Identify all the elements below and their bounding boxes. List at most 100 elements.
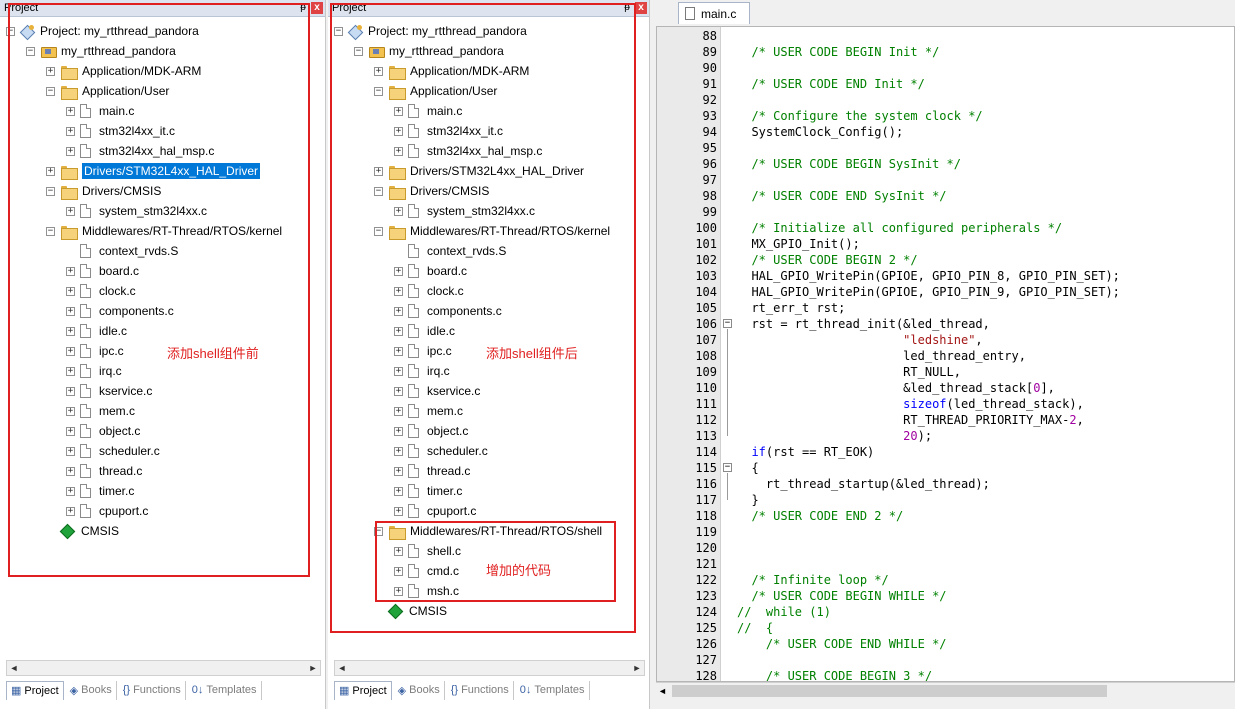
- line-number: 95: [702, 141, 717, 155]
- line-number: 109: [695, 365, 717, 379]
- code-line: 122 /* Infinite loop */: [657, 572, 1234, 588]
- code-line: 116 rt_thread_startup(&led_thread);: [657, 476, 1234, 492]
- line-number: 117: [695, 493, 717, 507]
- code-line: 114 if(rst == RT_EOK): [657, 444, 1234, 460]
- code-text: // {: [737, 620, 773, 636]
- books-icon: ◈: [397, 684, 407, 697]
- scroll-left-icon[interactable]: ◄: [658, 683, 667, 699]
- code-text: // while (1): [737, 604, 831, 620]
- code-line: 102 /* USER CODE BEGIN 2 */: [657, 252, 1234, 268]
- tab-project[interactable]: ▦ Project: [6, 680, 64, 700]
- code-text: RT_NULL,: [737, 364, 961, 380]
- file-icon: [685, 7, 695, 20]
- code-line: 103 HAL_GPIO_WritePin(GPIOE, GPIO_PIN_8,…: [657, 268, 1234, 284]
- close-icon[interactable]: x: [311, 2, 323, 14]
- code-text: /* Initialize all configured peripherals…: [737, 220, 1062, 236]
- tab-label: Project: [352, 684, 387, 697]
- line-number: 123: [695, 589, 717, 603]
- horizontal-scrollbar[interactable]: ◄ ►: [6, 660, 321, 676]
- code-line: 121: [657, 556, 1234, 572]
- code-token: /* USER CODE END Init */: [737, 77, 925, 91]
- tab-label: Project: [24, 684, 59, 697]
- editor-tab-main-c[interactable]: main.c: [678, 2, 750, 24]
- project-icon: ▦: [11, 685, 22, 697]
- line-number: 93: [702, 109, 717, 123]
- line-number: 99: [702, 205, 717, 219]
- templates-icon: 0↓: [191, 684, 204, 696]
- line-number: 112: [695, 413, 717, 427]
- code-text: 20);: [737, 428, 932, 444]
- line-number: 92: [702, 93, 717, 107]
- tab-project[interactable]: ▦ Project: [334, 680, 392, 700]
- code-token: rst = rt_thread_init(&led_thread,: [737, 317, 990, 331]
- project-panel-after: Project ᵽ x − Project: my_rtthread_pandor…: [328, 0, 650, 709]
- code-text: /* USER CODE BEGIN 2 */: [737, 252, 917, 268]
- code-text: /* USER CODE BEGIN Init */: [737, 44, 939, 60]
- code-token: /* USER CODE END WHILE */: [737, 637, 947, 651]
- annotation-label-added: 增加的代码: [486, 563, 552, 578]
- annotation-box: [8, 3, 310, 577]
- scroll-left-icon[interactable]: ◄: [335, 661, 349, 675]
- line-number: 91: [702, 77, 717, 91]
- code-token: HAL_GPIO_WritePin(GPIOE, GPIO_PIN_9, GPI…: [737, 285, 1120, 299]
- code-text: /* Infinite loop */: [737, 572, 888, 588]
- code-text: /* USER CODE BEGIN 3 */: [737, 668, 932, 681]
- code-text: /* USER CODE BEGIN WHILE */: [737, 588, 946, 604]
- code-text: SystemClock_Config();: [737, 124, 903, 140]
- code-token: /* USER CODE BEGIN Init */: [737, 45, 940, 59]
- line-number: 126: [695, 637, 717, 651]
- line-number: 105: [695, 301, 717, 315]
- code-token: }: [737, 493, 759, 507]
- line-number: 110: [695, 381, 717, 395]
- fold-collapse-icon[interactable]: −: [723, 463, 732, 472]
- code-line: 115− {: [657, 460, 1234, 476]
- code-text: /* USER CODE BEGIN SysInit */: [737, 156, 961, 172]
- code-token: 20: [903, 429, 918, 443]
- code-editor: main.c 88 89 /* USER CODE BEGIN Init */90…: [654, 0, 1235, 709]
- line-number: 127: [695, 653, 717, 667]
- code-text: rt_err_t rst;: [737, 300, 845, 316]
- code-text: &led_thread_stack[0],: [737, 380, 1055, 396]
- code-token: SystemClock_Config();: [737, 125, 904, 139]
- line-number: 106: [695, 317, 717, 331]
- tab-books[interactable]: ◈ Books: [394, 680, 445, 700]
- fold-guide: [727, 329, 728, 436]
- code-line: 108 led_thread_entry,: [657, 348, 1234, 364]
- code-line: 101 MX_GPIO_Init();: [657, 236, 1234, 252]
- code-text: rst = rt_thread_init(&led_thread,: [737, 316, 990, 332]
- tab-functions[interactable]: {} Functions: [447, 680, 514, 700]
- code-text: {: [737, 460, 758, 476]
- line-number: 96: [702, 157, 717, 171]
- editor-tab-label: main.c: [701, 6, 737, 21]
- tab-functions[interactable]: {} Functions: [119, 680, 186, 700]
- line-number: 104: [695, 285, 717, 299]
- code-token: "ledshine": [903, 333, 976, 347]
- code-area[interactable]: 88 89 /* USER CODE BEGIN Init */90 91 /* U…: [656, 26, 1235, 682]
- close-icon[interactable]: x: [635, 2, 647, 14]
- fold-collapse-icon[interactable]: −: [723, 319, 732, 328]
- code-line: 113 20);: [657, 428, 1234, 444]
- line-number: 108: [695, 349, 717, 363]
- code-token: rt_thread_startup(&led_thread);: [737, 477, 990, 491]
- tab-templates[interactable]: 0↓ Templates: [188, 680, 262, 700]
- project-icon: ▦: [339, 685, 350, 697]
- code-line: 91 /* USER CODE END Init */: [657, 76, 1234, 92]
- code-line: 117 }: [657, 492, 1234, 508]
- code-text: rt_thread_startup(&led_thread);: [737, 476, 990, 492]
- code-text: HAL_GPIO_WritePin(GPIOE, GPIO_PIN_9, GPI…: [737, 284, 1120, 300]
- tab-templates[interactable]: 0↓ Templates: [516, 680, 590, 700]
- line-number: 103: [695, 269, 717, 283]
- tab-label: Functions: [133, 684, 181, 696]
- tab-books[interactable]: ◈ Books: [66, 680, 117, 700]
- line-number: 115: [695, 461, 717, 475]
- line-number: 90: [702, 61, 717, 75]
- editor-horizontal-scrollbar[interactable]: ◄: [656, 682, 1235, 698]
- scrollbar-thumb[interactable]: [672, 685, 1107, 697]
- scroll-left-icon[interactable]: ◄: [7, 661, 21, 675]
- code-line: 100 /* Initialize all configured periphe…: [657, 220, 1234, 236]
- horizontal-scrollbar[interactable]: ◄ ►: [334, 660, 645, 676]
- scroll-right-icon[interactable]: ►: [306, 661, 320, 675]
- scroll-right-icon[interactable]: ►: [630, 661, 644, 675]
- panel-tabs: ▦ Project ◈ Books{} Functions 0↓ Templates: [334, 680, 645, 700]
